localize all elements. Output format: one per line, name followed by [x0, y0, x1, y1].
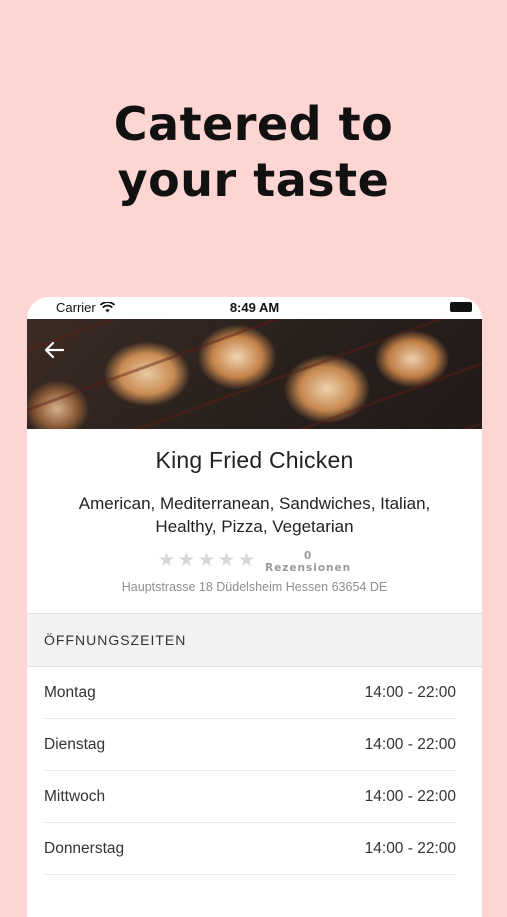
restaurant-name: King Fried Chicken [155, 447, 354, 473]
review-count: 0 Rezensionen [265, 550, 351, 574]
hours-value: 14:00 - 22:00 [364, 787, 456, 805]
star-icon: ★ [217, 549, 236, 571]
weekday-label: Mittwoch [44, 787, 106, 805]
hours-value: 14:00 - 22:00 [364, 683, 456, 701]
weekday-label: Donnerstag [44, 839, 125, 857]
restaurant-address: Hauptstrasse 18 Düdelsheim Hessen 63654 … [121, 580, 388, 594]
review-count-value: 0 [303, 550, 313, 562]
opening-hours-row: Donnerstag 14:00 - 22:00 [44, 823, 456, 875]
back-button[interactable] [39, 335, 69, 365]
opening-hours-row: Montag 14:00 - 22:00 [44, 667, 456, 719]
restaurant-hero-image [27, 319, 482, 429]
opening-hours-header: ÖFFNUNGSZEITEN [27, 613, 482, 667]
restaurant-info: King Fried Chicken American, Mediterrane… [27, 429, 482, 594]
weekday-label: Montag [44, 683, 96, 701]
rating[interactable]: ★ ★ ★ ★ ★ 0 Rezensionen [27, 550, 482, 574]
star-icon: ★ [197, 549, 215, 571]
status-bar: Carrier 8:49 AM [27, 297, 482, 319]
cuisine-list: American, Mediterranean, Sandwiches, Ita… [78, 494, 431, 536]
star-icon: ★ [177, 549, 195, 571]
battery-icon [450, 302, 472, 312]
star-rating: ★ ★ ★ ★ ★ [158, 551, 255, 570]
hours-value: 14:00 - 22:00 [364, 839, 456, 857]
review-count-label: Rezensionen [265, 562, 352, 574]
status-time: 8:49 AM [229, 300, 280, 315]
opening-hours-row: Dienstag 14:00 - 22:00 [44, 719, 456, 771]
back-arrow-icon [44, 341, 64, 359]
hours-value: 14:00 - 22:00 [364, 735, 456, 753]
headline-line-2: your taste [117, 153, 390, 207]
headline: Catered to your taste [0, 96, 507, 208]
star-icon: ★ [238, 549, 256, 571]
opening-hours-list: Montag 14:00 - 22:00 Dienstag 14:00 - 22… [27, 667, 482, 875]
headline-line-1: Catered to [113, 97, 394, 151]
weekday-label: Dienstag [44, 735, 106, 753]
star-icon: ★ [157, 549, 175, 571]
opening-hours-row: Mittwoch 14:00 - 22:00 [44, 771, 456, 823]
phone-frame: Carrier 8:49 AM King Fried Chicken Ameri… [27, 297, 482, 917]
